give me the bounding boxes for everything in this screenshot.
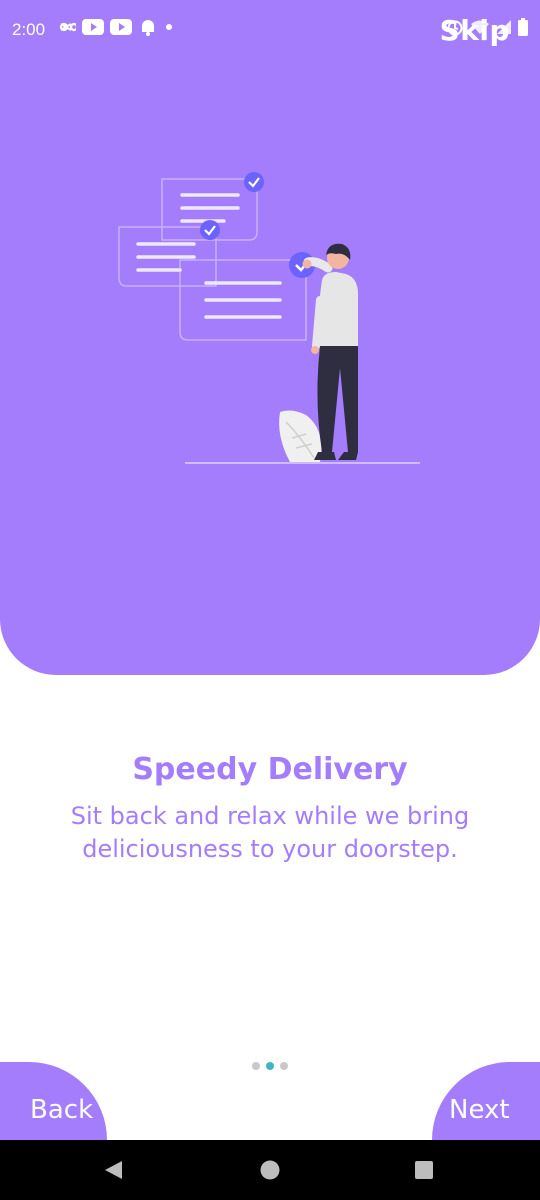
skip-button[interactable]: Skip bbox=[440, 14, 510, 47]
next-button-label: Next bbox=[449, 1095, 510, 1125]
back-triangle-icon[interactable] bbox=[102, 1159, 124, 1181]
notification-bell-icon bbox=[142, 20, 154, 36]
status-time: 2:00 bbox=[12, 20, 46, 39]
delivery-illustration bbox=[118, 172, 420, 464]
status-icons-left bbox=[56, 18, 174, 36]
page-dot bbox=[252, 1062, 260, 1070]
recents-square-icon[interactable] bbox=[414, 1160, 434, 1180]
page-dot-active bbox=[266, 1062, 274, 1070]
page-indicator bbox=[252, 1062, 288, 1070]
infinity-icon bbox=[59, 22, 76, 32]
dot-icon bbox=[166, 24, 172, 30]
battery-icon bbox=[518, 18, 528, 36]
system-navigation-bar bbox=[0, 1140, 540, 1200]
next-button[interactable]: Next bbox=[432, 1062, 540, 1140]
back-button-label: Back bbox=[30, 1095, 94, 1125]
home-circle-icon[interactable] bbox=[259, 1159, 281, 1181]
back-button[interactable]: Back bbox=[0, 1062, 107, 1140]
hero-banner: 2:00 Skip bbox=[0, 0, 540, 675]
page-dot bbox=[280, 1062, 288, 1070]
onboarding-subtitle: Sit back and relax while we bring delici… bbox=[70, 802, 470, 863]
onboarding-title: Speedy Delivery bbox=[132, 752, 408, 787]
youtube-icon bbox=[110, 19, 132, 35]
youtube-icon bbox=[82, 19, 104, 35]
